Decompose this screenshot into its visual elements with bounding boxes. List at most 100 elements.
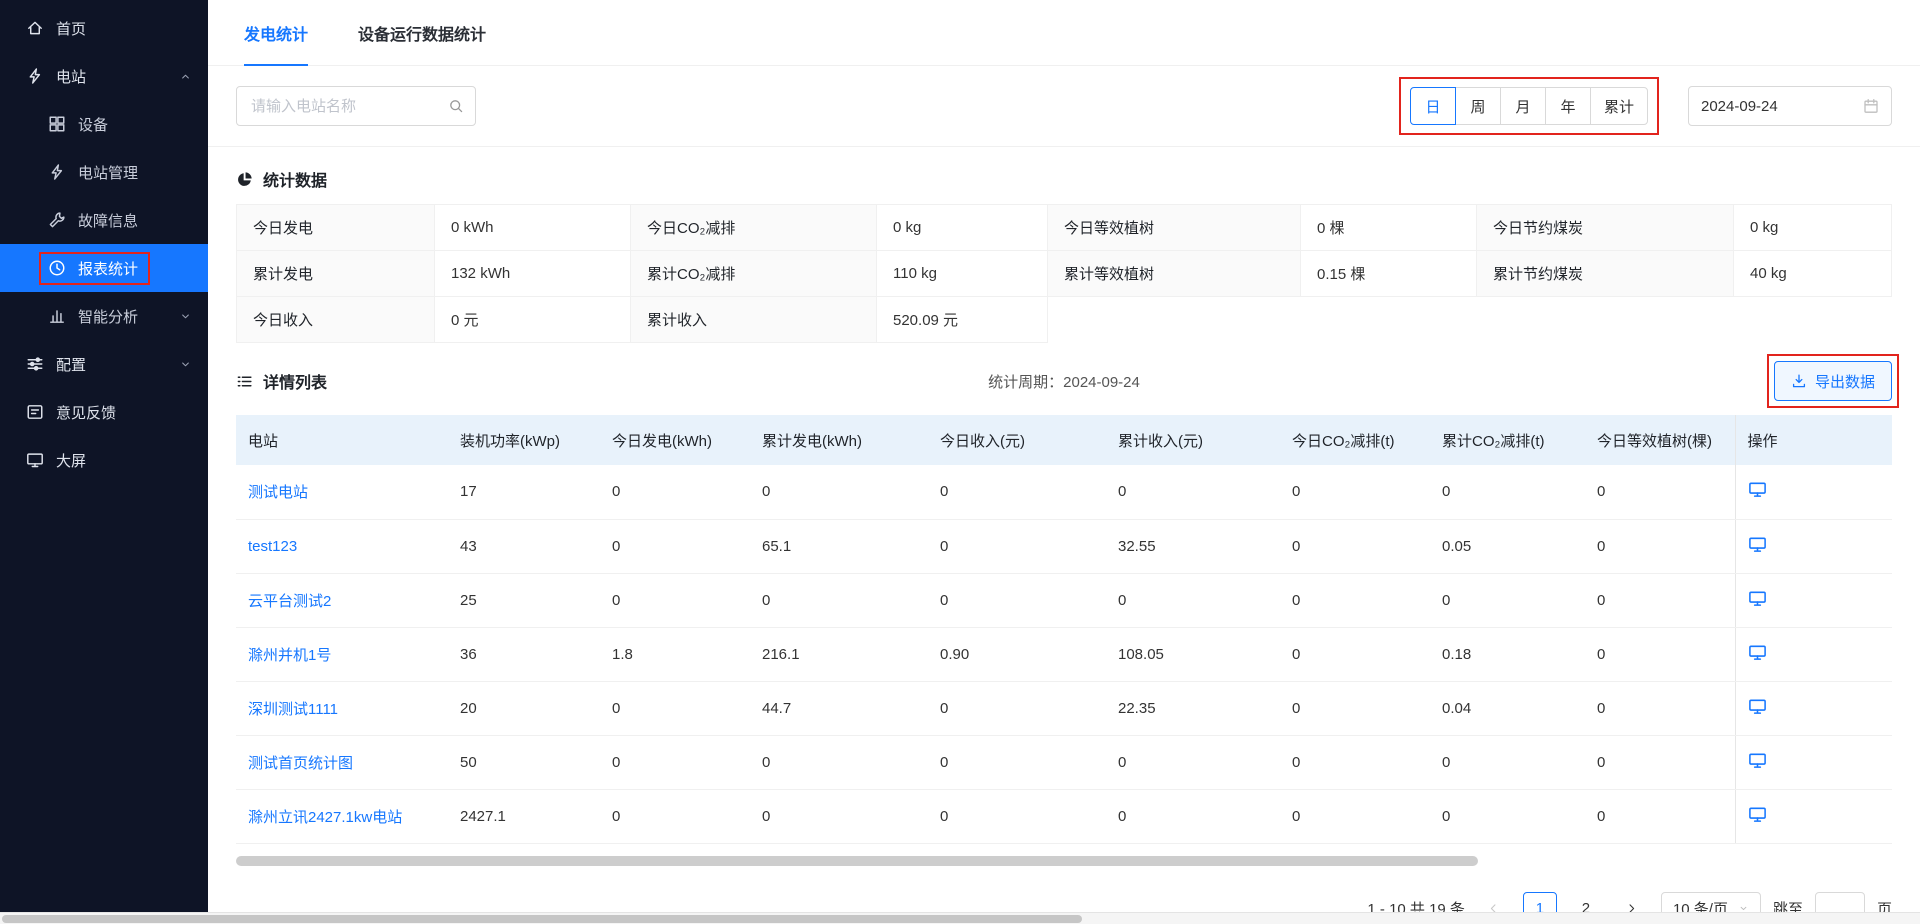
feedback-icon (26, 403, 44, 421)
sidebar-item-report-stats[interactable]: 报表统计 (0, 244, 208, 292)
station-link[interactable]: 深圳测试1111 (248, 701, 338, 718)
sidebar-item-label: 意见反馈 (56, 402, 116, 423)
monitor-icon[interactable] (1748, 480, 1767, 499)
period-option-周[interactable]: 周 (1455, 87, 1501, 125)
cell-value: 0.04 (1430, 681, 1585, 735)
scrollbar-thumb[interactable] (236, 856, 1478, 866)
calendar-icon (1863, 98, 1879, 114)
home-icon (26, 19, 44, 37)
sidebar-item-station[interactable]: 电站 (0, 52, 208, 100)
period-option-日[interactable]: 日 (1410, 87, 1456, 125)
stat-filler (1048, 297, 1892, 343)
cell-value: 0 (928, 573, 1106, 627)
detail-table-body: 测试电站170000000test12343065.1032.5500.050云… (236, 465, 1892, 843)
cell-value: 0 (1430, 573, 1585, 627)
stats-table-body: 今日发电0 kWh今日CO₂减排0 kg今日等效植树0 棵今日节约煤炭0 kg累… (237, 205, 1892, 343)
sidebar-item-label: 电站管理 (78, 162, 138, 183)
cell-value: 0 (1585, 573, 1735, 627)
station-link[interactable]: 云平台测试2 (248, 593, 331, 610)
station-search-input[interactable] (236, 86, 476, 126)
sidebar-item-device[interactable]: 设备 (0, 100, 208, 148)
sidebar-item-station-manage[interactable]: 电站管理 (0, 148, 208, 196)
sidebar-item-home[interactable]: 首页 (0, 4, 208, 52)
cell-value: 0 (1585, 519, 1735, 573)
detail-table-header-row: 电站装机功率(kWp)今日发电(kWh)累计发电(kWh)今日收入(元)累计收入… (236, 415, 1892, 465)
station-link[interactable]: test123 (248, 538, 297, 555)
period-option-年[interactable]: 年 (1545, 87, 1591, 125)
cell-value: 50 (448, 735, 600, 789)
sidebar-item-smart-analysis[interactable]: 智能分析 (0, 292, 208, 340)
period-option-累计[interactable]: 累计 (1590, 87, 1648, 125)
screen-icon (26, 451, 44, 469)
bolt-icon (48, 163, 66, 181)
cell-value: 2427.1 (448, 789, 600, 843)
monitor-icon[interactable] (1748, 805, 1767, 824)
column-header: 操作 (1735, 415, 1892, 465)
detail-section-title: 详情列表 (263, 369, 327, 393)
table-row: 测试电站170000000 (236, 465, 1892, 519)
sidebar-item-feedback[interactable]: 意见反馈 (0, 388, 208, 436)
cell-value: 216.1 (750, 627, 928, 681)
monitor-icon[interactable] (1748, 751, 1767, 770)
cell-value: 17 (448, 465, 600, 519)
detail-table: 电站装机功率(kWp)今日发电(kWh)累计发电(kWh)今日收入(元)累计收入… (236, 415, 1892, 844)
cell-value: 0 (928, 465, 1106, 519)
cell-value: 20 (448, 681, 600, 735)
column-header: 今日CO₂减排(t) (1280, 415, 1430, 465)
stat-value: 0.15 棵 (1301, 251, 1477, 297)
window-scrollbar-thumb[interactable] (2, 915, 1082, 923)
stat-value: 520.09 元 (877, 297, 1048, 343)
period-option-月[interactable]: 月 (1500, 87, 1546, 125)
sidebar-item-config[interactable]: 配置 (0, 340, 208, 388)
sidebar-item-label: 报表统计 (78, 258, 138, 279)
monitor-icon[interactable] (1748, 589, 1767, 608)
cell-value: 0 (750, 789, 928, 843)
cell-value: 65.1 (750, 519, 928, 573)
cell-value: 0 (1280, 681, 1430, 735)
cell-value: 0 (750, 735, 928, 789)
cell-value: 0 (1106, 465, 1280, 519)
sidebar-item-label: 电站 (56, 66, 86, 87)
column-header: 今日收入(元) (928, 415, 1106, 465)
stat-label: 今日等效植树 (1048, 205, 1301, 251)
stats-row: 今日收入0 元累计收入520.09 元 (237, 297, 1892, 343)
pie-chart-icon (236, 171, 253, 188)
column-header: 今日发电(kWh) (600, 415, 750, 465)
cell-value: 0 (1430, 735, 1585, 789)
monitor-icon[interactable] (1748, 697, 1767, 716)
cell-value: 0 (1280, 789, 1430, 843)
date-value: 2024-09-24 (1701, 98, 1778, 115)
wrench-icon (48, 211, 66, 229)
stat-value: 0 kg (877, 205, 1048, 251)
column-header: 累计CO₂减排(t) (1430, 415, 1585, 465)
cell-value: 0 (1280, 627, 1430, 681)
cell-value: 0 (1280, 735, 1430, 789)
export-data-button[interactable]: 导出数据 (1774, 361, 1892, 401)
sidebar-item-big-screen[interactable]: 大屏 (0, 436, 208, 484)
cell-value: 0 (1106, 789, 1280, 843)
cell-value: 36 (448, 627, 600, 681)
station-link[interactable]: 测试电站 (248, 484, 308, 501)
station-link[interactable]: 滁州立讯2427.1kw电站 (248, 809, 402, 826)
detail-title: 详情列表 (236, 369, 327, 393)
stat-value: 0 kg (1734, 205, 1892, 251)
tab-device-operation-stats[interactable]: 设备运行数据统计 (358, 0, 486, 65)
cell-value: 43 (448, 519, 600, 573)
cell-value: 0 (1106, 735, 1280, 789)
window-horizontal-scrollbar[interactable] (0, 912, 1920, 924)
horizontal-scrollbar[interactable] (236, 856, 1892, 866)
stat-value: 132 kWh (435, 251, 631, 297)
monitor-icon[interactable] (1748, 535, 1767, 554)
tab-power-generation-stats[interactable]: 发电统计 (244, 0, 308, 65)
date-picker[interactable]: 2024-09-24 (1688, 86, 1892, 126)
app-window: 首页电站设备电站管理故障信息报表统计智能分析配置意见反馈大屏 发电统计设备运行数… (0, 0, 1920, 924)
stat-label: 今日发电 (237, 205, 435, 251)
monitor-icon[interactable] (1748, 643, 1767, 662)
sidebar-item-fault-info[interactable]: 故障信息 (0, 196, 208, 244)
stat-value: 0 棵 (1301, 205, 1477, 251)
station-link[interactable]: 滁州并机1号 (248, 647, 331, 664)
period-segmented: 日周月年累计 (1410, 87, 1648, 125)
station-link[interactable]: 测试首页统计图 (248, 755, 353, 772)
sliders-icon (26, 355, 44, 373)
sidebar-item-label: 设备 (78, 114, 108, 135)
